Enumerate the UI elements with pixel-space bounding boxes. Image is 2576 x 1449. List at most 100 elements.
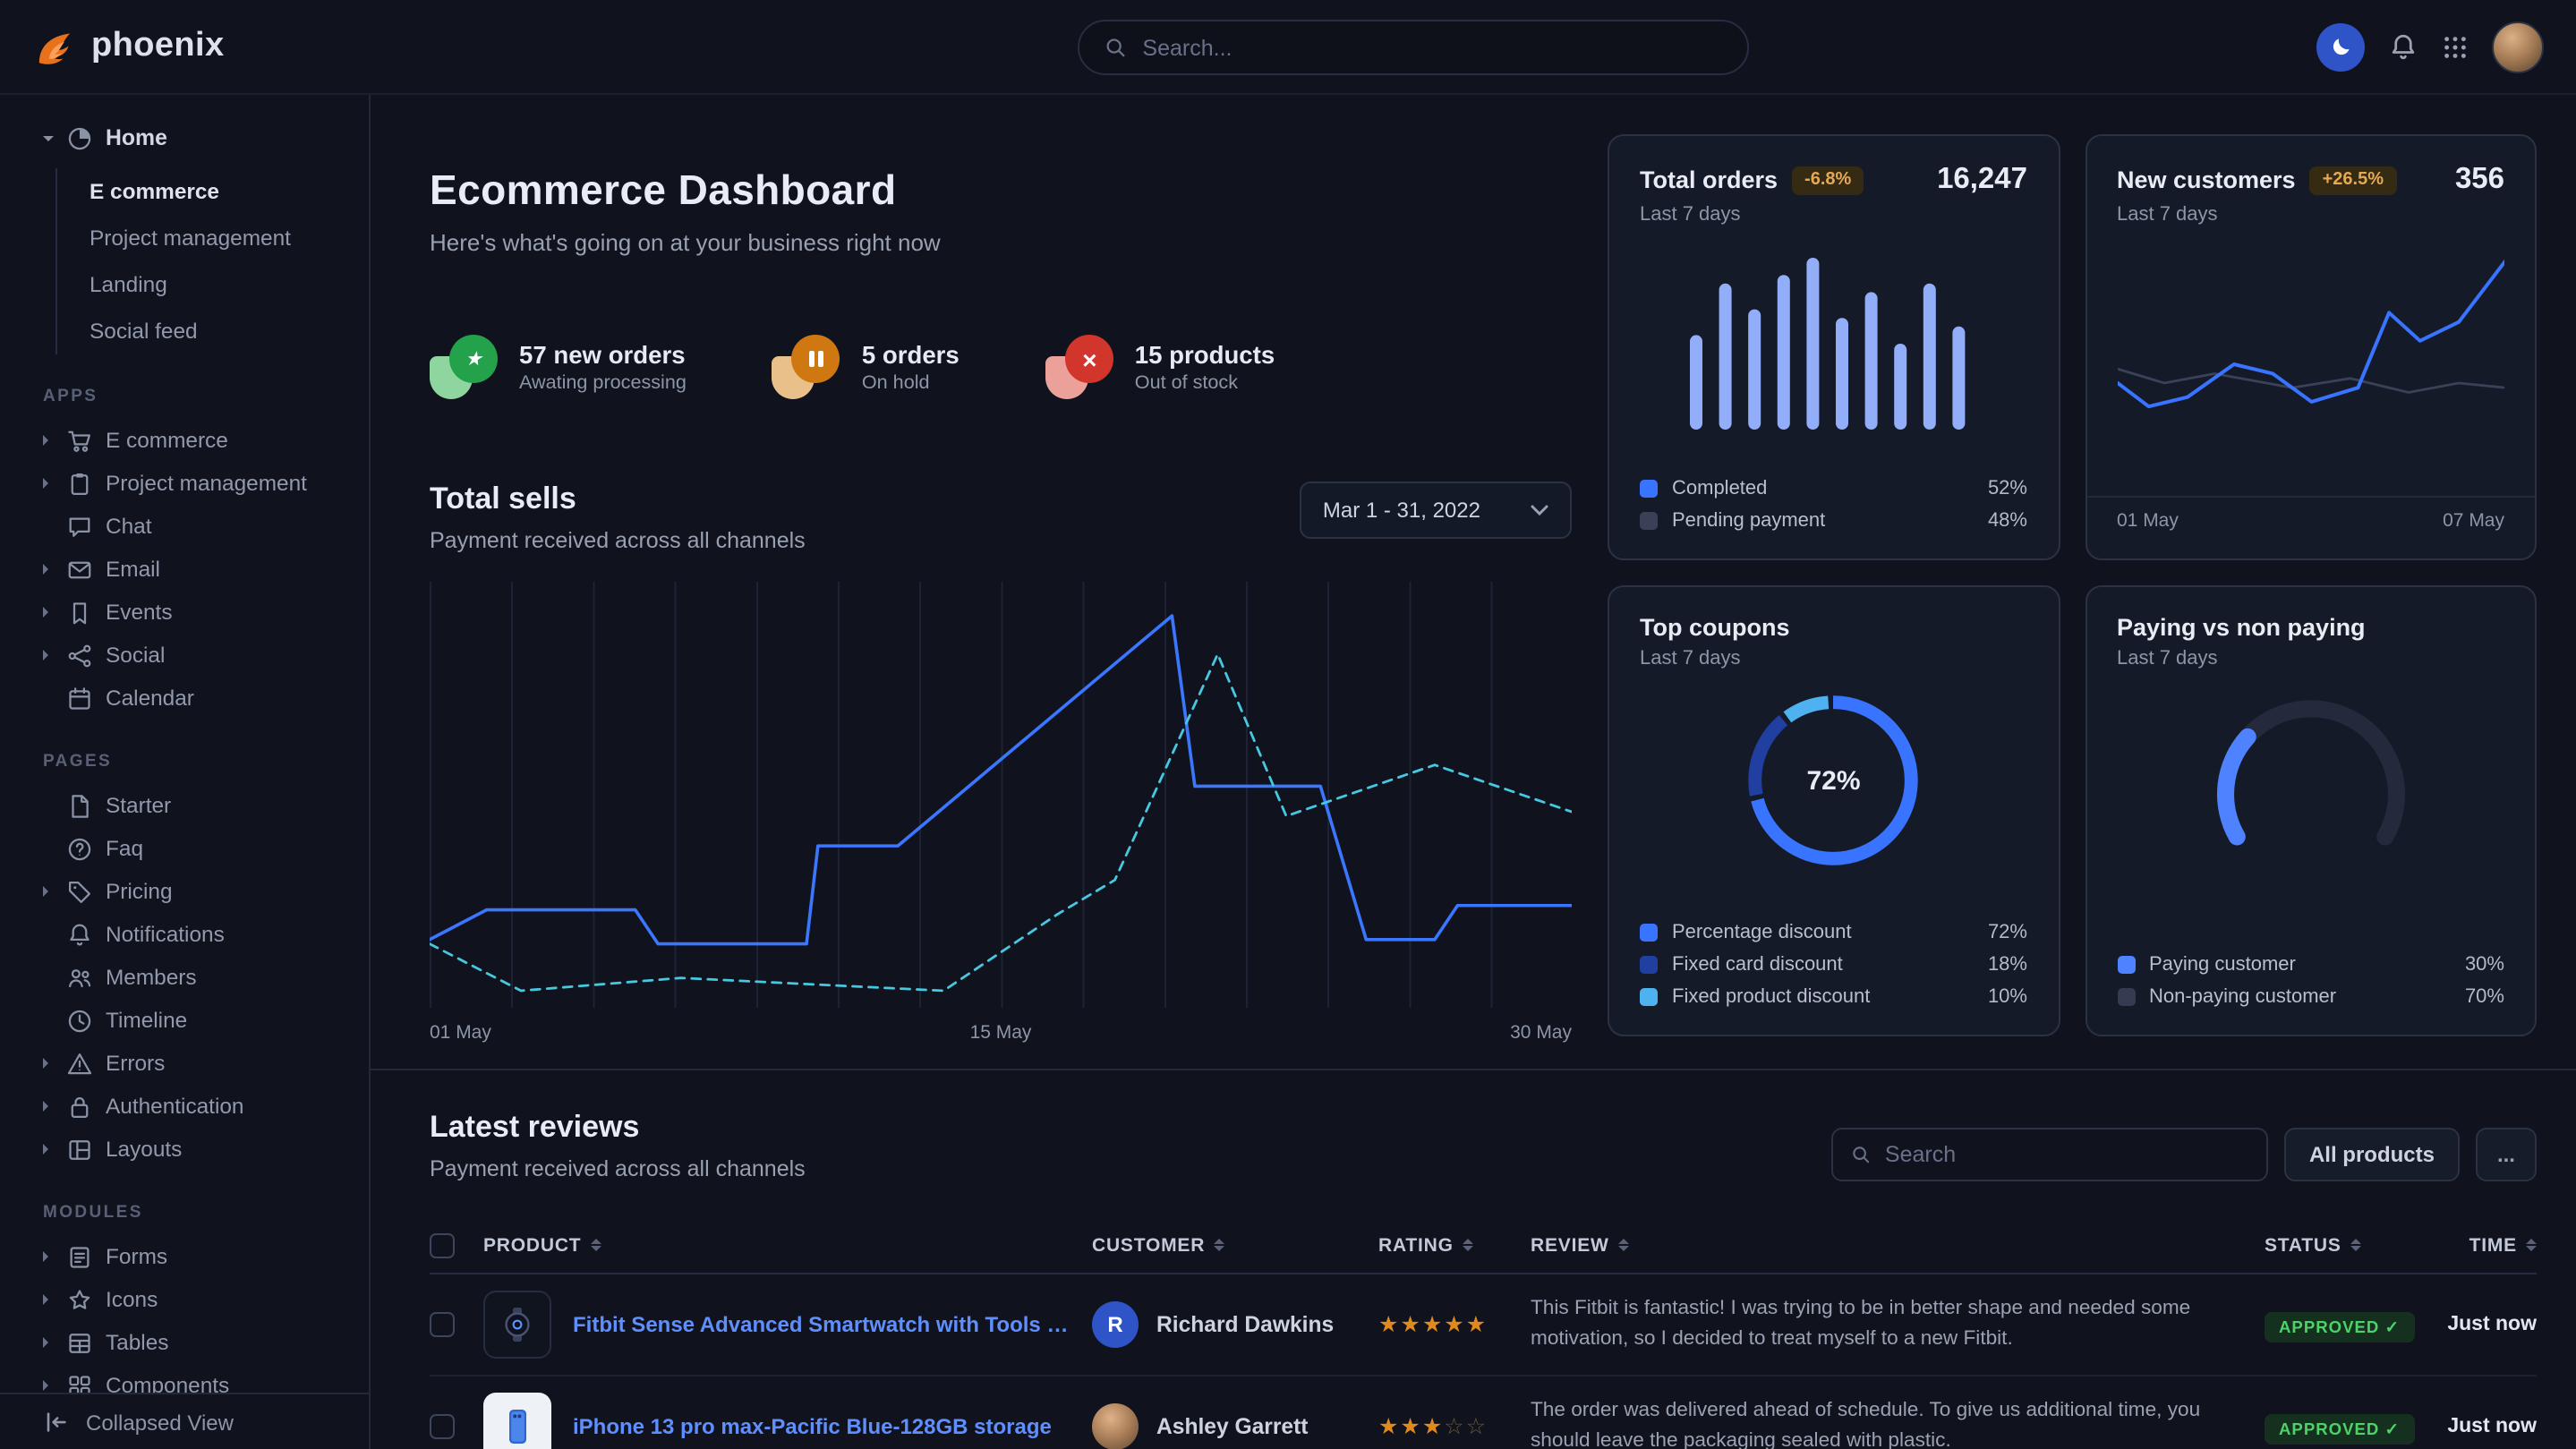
customer-name: Richard Dawkins: [1156, 1312, 1334, 1337]
page-title: Ecommerce Dashboard: [430, 166, 1572, 215]
all-products-button[interactable]: All products: [2284, 1128, 2460, 1181]
status-badge: APPROVED ✓: [2265, 1413, 2414, 1444]
sidebar-item-social-feed[interactable]: Social feed: [90, 308, 369, 354]
axis-tick: 01 May: [430, 1022, 491, 1044]
sidebar-item-layouts[interactable]: Layouts: [0, 1128, 369, 1171]
sidebar-item-events[interactable]: Events: [0, 591, 369, 634]
question-icon: [66, 835, 93, 862]
chevron-right-icon: [43, 435, 54, 446]
total-orders-chart-area: [1640, 254, 2027, 433]
customer-avatar: [1092, 1403, 1139, 1449]
stat-value: 5 orders: [862, 341, 960, 368]
sidebar-item-e-commerce-dashboard[interactable]: E commerce: [90, 168, 369, 215]
total-sells-x-axis: 01 May 15 May 30 May: [430, 1022, 1572, 1044]
sidebar-item-calendar[interactable]: Calendar: [0, 677, 369, 720]
reviews-search-input[interactable]: [1885, 1142, 2248, 1167]
paying-gauge-chart: [2186, 687, 2436, 863]
collapsed-view-toggle[interactable]: Collapsed View: [0, 1393, 369, 1449]
reviews-search[interactable]: [1831, 1128, 2268, 1181]
sidebar-item-home[interactable]: Home: [0, 118, 369, 158]
sidebar-nav: Home E commerce Project management Landi…: [0, 95, 369, 1393]
sidebar-item-timeline[interactable]: Timeline: [0, 999, 369, 1042]
stat-value: 15 products: [1135, 341, 1275, 368]
lock-icon: [66, 1093, 93, 1120]
stat-new-orders: ★ 57 new orders Awating processing: [430, 335, 687, 399]
apps-menu-button[interactable]: [2442, 33, 2469, 60]
card-subtitle: Last 7 days: [1640, 648, 2027, 669]
stat-orders-on-hold: 5 orders On hold: [772, 335, 960, 399]
legend-item: Non-paying customer70%: [2117, 986, 2504, 1008]
sidebar-item-label: Layouts: [106, 1137, 182, 1162]
sidebar-item-project-management-dashboard[interactable]: Project management: [90, 215, 369, 261]
components-icon: [66, 1372, 93, 1393]
new-customers-x-axis: 01 May 07 May: [2086, 496, 2535, 532]
sidebar-item-notifications[interactable]: Notifications: [0, 913, 369, 956]
sidebar-item-label: Authentication: [106, 1094, 244, 1119]
brand-home-link[interactable]: phoenix: [32, 24, 225, 69]
reviews-table-header: PRODUCT CUSTOMER RATING REVIEW STATUS TI…: [430, 1217, 2537, 1274]
sidebar-item-label: Starter: [106, 793, 171, 818]
star-icon: [66, 1286, 93, 1313]
column-header-product[interactable]: PRODUCT: [483, 1234, 1092, 1257]
stat-out-of-stock: × 15 products Out of stock: [1045, 335, 1275, 399]
product-link[interactable]: iPhone 13 pro max-Pacific Blue-128GB sto…: [573, 1414, 1052, 1439]
grid-menu-icon: [2442, 33, 2469, 60]
row-checkbox[interactable]: [430, 1312, 455, 1337]
sidebar-item-project-management[interactable]: Project management: [0, 462, 369, 505]
total-sells-title: Total sells: [430, 482, 806, 517]
more-options-button[interactable]: ...: [2476, 1128, 2537, 1181]
card-value: 16,247: [1937, 163, 2027, 197]
sidebar-item-members[interactable]: Members: [0, 956, 369, 999]
sidebar-item-components[interactable]: Components: [0, 1364, 369, 1393]
sidebar-item-chat[interactable]: Chat: [0, 505, 369, 548]
sidebar-item-authentication[interactable]: Authentication: [0, 1085, 369, 1128]
trend-badge: -6.8%: [1792, 166, 1864, 194]
sidebar-item-forms[interactable]: Forms: [0, 1235, 369, 1278]
global-search-input[interactable]: [1142, 35, 1722, 60]
chevron-down-icon: [43, 135, 54, 146]
notifications-button[interactable]: [2388, 31, 2418, 62]
trend-badge: +26.5%: [2310, 166, 2396, 194]
chevron-right-icon: [43, 886, 54, 897]
sidebar-item-label: Components: [106, 1373, 229, 1393]
product-link[interactable]: Fitbit Sense Advanced Smartwatch with To…: [573, 1312, 1070, 1337]
sidebar-section-title: APPS: [0, 387, 369, 406]
sidebar-sections: APPS E commerceProject managementChatEmai…: [0, 387, 369, 1393]
global-search[interactable]: [1078, 20, 1749, 75]
sidebar-item-label: Forms: [106, 1244, 167, 1269]
sidebar-item-errors[interactable]: Errors: [0, 1042, 369, 1085]
review-table-row: iPhone 13 pro max-Pacific Blue-128GB sto…: [430, 1377, 2537, 1449]
sidebar-item-label: Social: [106, 643, 165, 668]
new-customers-chart: [2117, 247, 2504, 482]
column-header-review[interactable]: REVIEW: [1531, 1234, 2265, 1257]
sidebar-item-starter[interactable]: Starter: [0, 784, 369, 827]
user-avatar[interactable]: [2492, 21, 2544, 72]
date-range-select[interactable]: Mar 1 - 31, 2022: [1300, 482, 1572, 539]
column-header-time[interactable]: TIME: [2469, 1234, 2537, 1257]
sidebar-item-landing[interactable]: Landing: [90, 261, 369, 308]
latest-reviews-subtitle: Payment received across all channels: [430, 1156, 806, 1181]
phoenix-logo-icon: [32, 24, 77, 69]
clipboard-icon: [66, 470, 93, 497]
sidebar-item-social[interactable]: Social: [0, 634, 369, 677]
column-header-status[interactable]: STATUS: [2265, 1234, 2444, 1257]
chevron-right-icon: [43, 1058, 54, 1069]
row-checkbox[interactable]: [430, 1414, 455, 1439]
sidebar-item-faq[interactable]: Faq: [0, 827, 369, 870]
reviews-table: PRODUCT CUSTOMER RATING REVIEW STATUS TI…: [430, 1217, 2537, 1449]
sidebar-item-e-commerce[interactable]: E commerce: [0, 419, 369, 462]
sort-icon: [2350, 1234, 2361, 1257]
sidebar-item-pricing[interactable]: Pricing: [0, 870, 369, 913]
select-all-checkbox[interactable]: [430, 1232, 455, 1257]
sidebar-item-icons[interactable]: Icons: [0, 1278, 369, 1321]
sidebar-item-email[interactable]: Email: [0, 548, 369, 591]
total-sells-chart-area: [430, 582, 1572, 1008]
column-header-customer[interactable]: CUSTOMER: [1092, 1234, 1378, 1257]
theme-toggle-button[interactable]: [2316, 22, 2365, 71]
chat-icon: [66, 513, 93, 540]
column-header-rating[interactable]: RATING: [1378, 1234, 1531, 1257]
reviews-toolbar: All products ...: [1831, 1128, 2537, 1181]
legend-item: Percentage discount72%: [1640, 922, 2027, 943]
sidebar-item-tables[interactable]: Tables: [0, 1321, 369, 1364]
sidebar: Home E commerce Project management Landi…: [0, 95, 371, 1449]
